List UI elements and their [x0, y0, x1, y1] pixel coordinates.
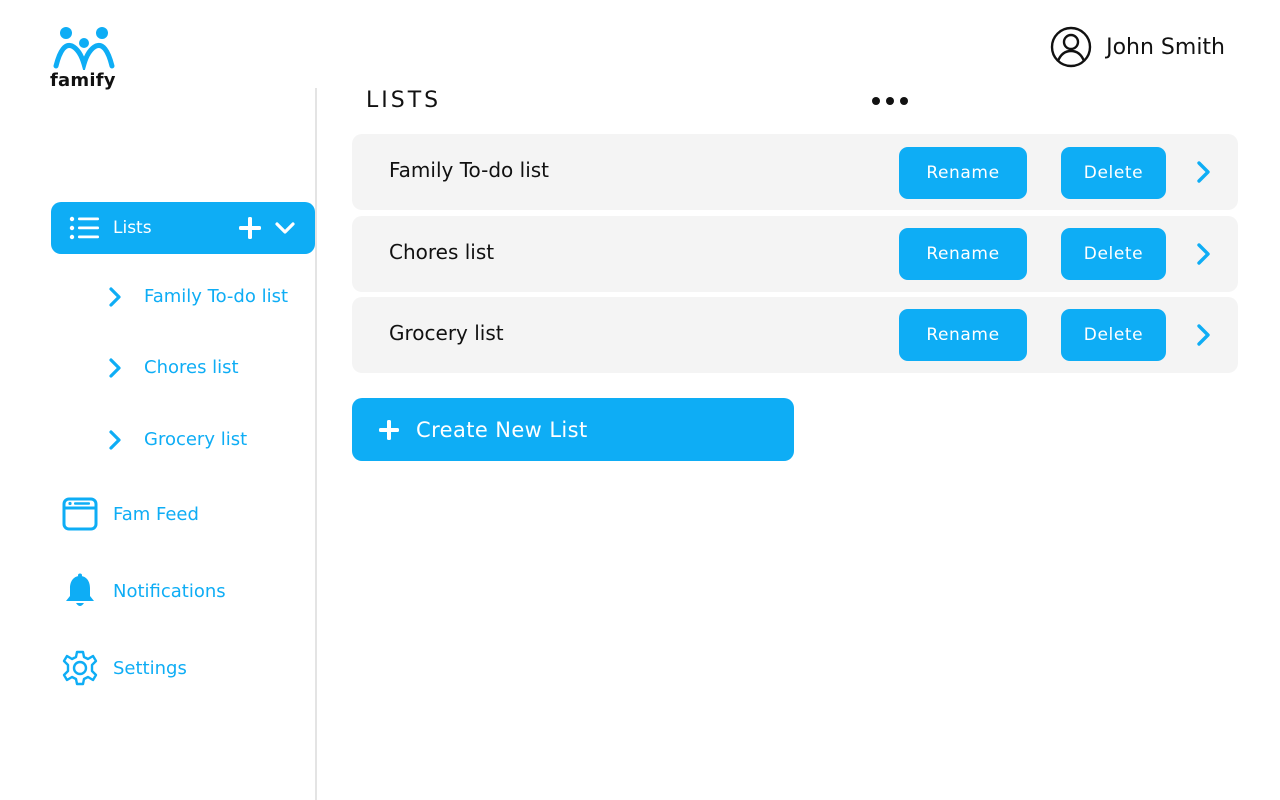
list-name: Chores list	[389, 240, 495, 264]
app-logo[interactable]: famify	[50, 24, 120, 91]
user-profile[interactable]: John Smith	[1050, 26, 1225, 68]
sidebar-sublist-label: Family To-do list	[144, 286, 289, 307]
chevron-down-icon[interactable]	[275, 221, 295, 235]
gear-icon	[62, 650, 98, 686]
logo-text: famify	[50, 70, 116, 91]
famify-logo-icon	[53, 27, 115, 70]
sidebar-sublist-label: Chores list	[144, 357, 239, 378]
sidebar-sublist-label: Grocery list	[144, 429, 248, 450]
user-name: John Smith	[1106, 34, 1225, 60]
create-new-list-button[interactable]: Create New List	[352, 398, 794, 461]
list-name: Family To-do list	[389, 158, 550, 182]
rename-button[interactable]: Rename	[899, 309, 1027, 361]
sidebar-item-fam-feed[interactable]: Fam Feed	[62, 496, 199, 532]
sidebar-item-label: Settings	[113, 657, 187, 679]
delete-button[interactable]: Delete	[1061, 309, 1166, 361]
chevron-right-icon	[109, 429, 121, 450]
rename-button[interactable]: Rename	[899, 147, 1027, 199]
sidebar-item-label: Lists	[113, 218, 152, 238]
browser-window-icon	[62, 497, 98, 531]
chevron-right-icon	[109, 286, 121, 307]
sidebar-sublist-item[interactable]: Family To-do list	[108, 286, 288, 307]
sidebar-item-notifications[interactable]: Notifications	[62, 573, 226, 609]
sidebar-item-label: Fam Feed	[113, 503, 199, 525]
rename-button[interactable]: Rename	[899, 228, 1027, 280]
delete-button[interactable]: Delete	[1061, 147, 1166, 199]
delete-button[interactable]: Delete	[1061, 228, 1166, 280]
chevron-right-icon	[109, 357, 121, 378]
sidebar-divider	[315, 88, 317, 800]
add-list-plus-icon[interactable]	[239, 217, 261, 239]
sidebar-item-lists[interactable]: Lists	[51, 202, 315, 254]
chevron-right-icon[interactable]	[1196, 160, 1212, 184]
sidebar-item-label: Notifications	[113, 580, 226, 602]
create-new-list-label: Create New List	[416, 417, 588, 442]
list-name: Grocery list	[389, 321, 504, 345]
list-row[interactable]: Family To-do list Rename Delete	[352, 134, 1238, 210]
sidebar-item-settings[interactable]: Settings	[62, 650, 187, 686]
more-options-icon[interactable]	[872, 97, 908, 105]
sidebar-sublist-item[interactable]: Grocery list	[108, 429, 247, 450]
list-icon	[69, 216, 99, 240]
sidebar-sublist-item[interactable]: Chores list	[108, 357, 239, 378]
chevron-right-icon[interactable]	[1196, 323, 1212, 347]
page-title: LISTS	[366, 88, 442, 113]
list-row[interactable]: Chores list Rename Delete	[352, 216, 1238, 292]
plus-icon	[379, 419, 399, 440]
chevron-right-icon[interactable]	[1196, 242, 1212, 266]
list-row[interactable]: Grocery list Rename Delete	[352, 297, 1238, 373]
user-avatar-icon	[1050, 26, 1092, 68]
bell-icon	[66, 573, 94, 606]
